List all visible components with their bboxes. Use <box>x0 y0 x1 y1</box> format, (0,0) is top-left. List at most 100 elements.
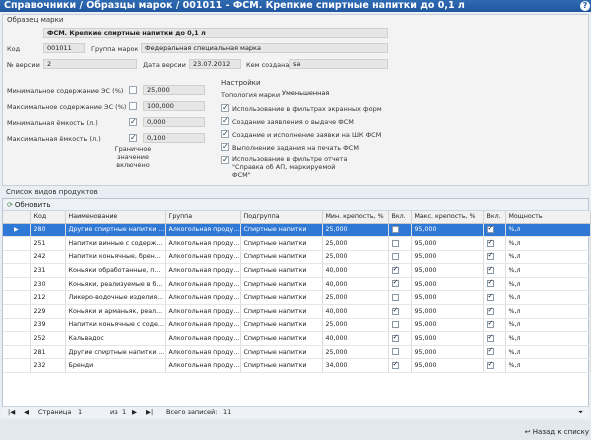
total-count: 11 <box>223 408 232 416</box>
table-row[interactable]: 239 Напитки коньячные с соде... Алкогольна… <box>3 318 591 333</box>
row-pointer <box>3 290 31 306</box>
table-row[interactable]: 212 Ликеро-водочные изделия... Алкогольная… <box>3 290 591 306</box>
last-page-icon[interactable]: ▶| <box>146 407 153 418</box>
prev-page-icon[interactable]: ◀ <box>24 407 29 418</box>
table-row[interactable]: 242 Напитки коньячные, брен... Алкогольная… <box>3 250 591 265</box>
option-label-application: Создание заявления о выдаче ФСМ <box>232 118 354 126</box>
cell-min-strength: 40,000 <box>322 331 389 346</box>
max-enabled-checkbox[interactable] <box>486 360 494 369</box>
cell-power: %,л <box>505 250 591 265</box>
cell-subgroup: Спиртные напитки <box>240 277 323 292</box>
row-pointer <box>3 263 31 278</box>
cell-code: 212 <box>30 290 66 306</box>
option-checkbox-filters[interactable] <box>221 103 229 112</box>
cell-power: %,л <box>505 331 591 346</box>
max-enabled-checkbox[interactable] <box>486 224 494 234</box>
min-es-checkbox[interactable] <box>129 86 137 94</box>
max-es-checkbox[interactable] <box>129 102 137 110</box>
next-page-icon[interactable]: ▶ <box>132 407 137 418</box>
min-enabled-checkbox[interactable] <box>391 333 399 342</box>
cell-max-strength: 95,000 <box>411 345 484 360</box>
option-label-barcode: Создание и исполнение заявки на ШК ФСМ <box>232 131 382 139</box>
version-field: 2 <box>43 59 137 69</box>
filter-icon[interactable]: ⏷ <box>578 407 583 418</box>
version-label: № версии <box>7 61 40 69</box>
cell-group: Алкогольная проду... <box>165 290 241 306</box>
cell-code: 239 <box>30 318 66 333</box>
max-cap-checkbox[interactable] <box>129 133 137 142</box>
max-enabled-checkbox[interactable] <box>486 292 494 302</box>
row-pointer <box>3 304 31 319</box>
cell-min-strength: 40,000 <box>322 263 389 278</box>
max-enabled-checkbox[interactable] <box>486 306 494 315</box>
help-icon[interactable]: ? <box>580 1 590 11</box>
table-row[interactable]: 229 Коньяки и арманьяк, реал... Алкогольна… <box>3 304 591 319</box>
cell-min-strength: 25,000 <box>322 236 389 251</box>
cell-subgroup: Спиртные напитки <box>240 318 323 333</box>
max-enabled-checkbox[interactable] <box>486 238 494 247</box>
column-header-code[interactable]: Код <box>30 211 66 224</box>
column-header-max-enabled[interactable]: Вкл. <box>483 211 506 224</box>
cell-max-strength: 95,000 <box>411 318 484 333</box>
cell-group: Алкогольная проду... <box>165 263 241 278</box>
max-enabled-checkbox[interactable] <box>486 333 494 342</box>
cell-subgroup: Спиртные напитки <box>240 223 323 238</box>
cell-name: Напитки винные с содерж... <box>65 236 166 251</box>
cell-power: %,л <box>505 345 591 360</box>
min-enabled-checkbox[interactable] <box>391 348 399 356</box>
column-header-subgroup[interactable]: Подгруппа <box>240 211 323 224</box>
column-header-group[interactable]: Группа <box>165 211 241 224</box>
min-enabled-checkbox[interactable] <box>391 226 399 234</box>
table-row[interactable]: 230 Коньяки, реализуемые в б... Алкогольна… <box>3 277 591 292</box>
cell-max-strength: 95,000 <box>411 250 484 265</box>
min-cap-checkbox[interactable] <box>129 117 137 126</box>
table-row[interactable]: 251 Напитки винные с содерж... Алкогольная… <box>3 236 591 251</box>
option-checkbox-application[interactable] <box>221 116 229 125</box>
cell-power: %,л <box>505 263 591 278</box>
column-header-name[interactable]: Наименование <box>65 211 166 224</box>
table-row[interactable]: 231 Коньяки обработанные, п... Алкогольная… <box>3 263 591 278</box>
cell-min-strength: 40,000 <box>322 304 389 319</box>
cell-max-strength: 95,000 <box>411 358 484 374</box>
products-grid: ⟳ Обновить Код Наименование Группа Подгру… <box>2 198 591 418</box>
table-row[interactable]: 232 Бренди Алкогольная проду... Спиртные на… <box>3 358 591 374</box>
cell-subgroup: Спиртные напитки <box>240 263 323 278</box>
max-enabled-checkbox[interactable] <box>486 278 494 288</box>
max-enabled-checkbox[interactable] <box>486 251 494 261</box>
min-enabled-checkbox[interactable] <box>391 360 399 369</box>
cell-power: %,л <box>505 223 591 238</box>
cell-power: %,л <box>505 318 591 333</box>
min-es-field: 25,000 <box>143 85 205 95</box>
refresh-icon[interactable]: ⟳ <box>7 201 13 209</box>
column-header-min-enabled[interactable]: Вкл. <box>388 211 412 224</box>
min-enabled-checkbox[interactable] <box>391 278 399 288</box>
min-enabled-checkbox[interactable] <box>391 321 399 329</box>
max-enabled-checkbox[interactable] <box>486 265 494 274</box>
min-enabled-checkbox[interactable] <box>391 306 399 315</box>
back-to-list-button[interactable]: ↩ Назад к списку <box>525 428 589 436</box>
min-enabled-checkbox[interactable] <box>391 265 399 274</box>
table-row[interactable]: ▶ 280 Другие спиртные напитки ... Алкогольн… <box>3 223 591 238</box>
option-checkbox-report[interactable] <box>221 155 229 164</box>
min-enabled-checkbox[interactable] <box>391 239 399 247</box>
refresh-button[interactable]: Обновить <box>15 201 51 209</box>
cell-power: %,л <box>505 236 591 251</box>
cell-group: Алкогольная проду... <box>165 250 241 265</box>
option-checkbox-barcode[interactable] <box>221 129 229 138</box>
option-checkbox-print[interactable] <box>221 142 229 151</box>
first-page-icon[interactable]: |◀ <box>8 407 15 418</box>
column-header-min-strength[interactable]: Мин. крепость, % <box>322 211 389 224</box>
cell-max-strength: 95,000 <box>411 223 484 238</box>
max-enabled-checkbox[interactable] <box>486 319 494 329</box>
min-enabled-checkbox[interactable] <box>391 253 399 261</box>
page-input[interactable]: 1 <box>78 407 82 418</box>
option-label-report: Использование в фильтре отчета "Справка … <box>232 155 348 179</box>
table-row[interactable]: 252 Кальвадос Алкогольная проду... Спиртные… <box>3 331 591 346</box>
column-header-power[interactable]: Мощность <box>505 211 591 224</box>
max-cap-field: 0,100 <box>143 133 205 143</box>
max-enabled-checkbox[interactable] <box>486 346 494 356</box>
code-field: 001011 <box>43 43 85 53</box>
table-row[interactable]: 281 Другие спиртные напитки ... Алкогольна… <box>3 345 591 360</box>
min-enabled-checkbox[interactable] <box>391 294 399 302</box>
column-header-max-strength[interactable]: Макс. крепость, % <box>411 211 484 224</box>
